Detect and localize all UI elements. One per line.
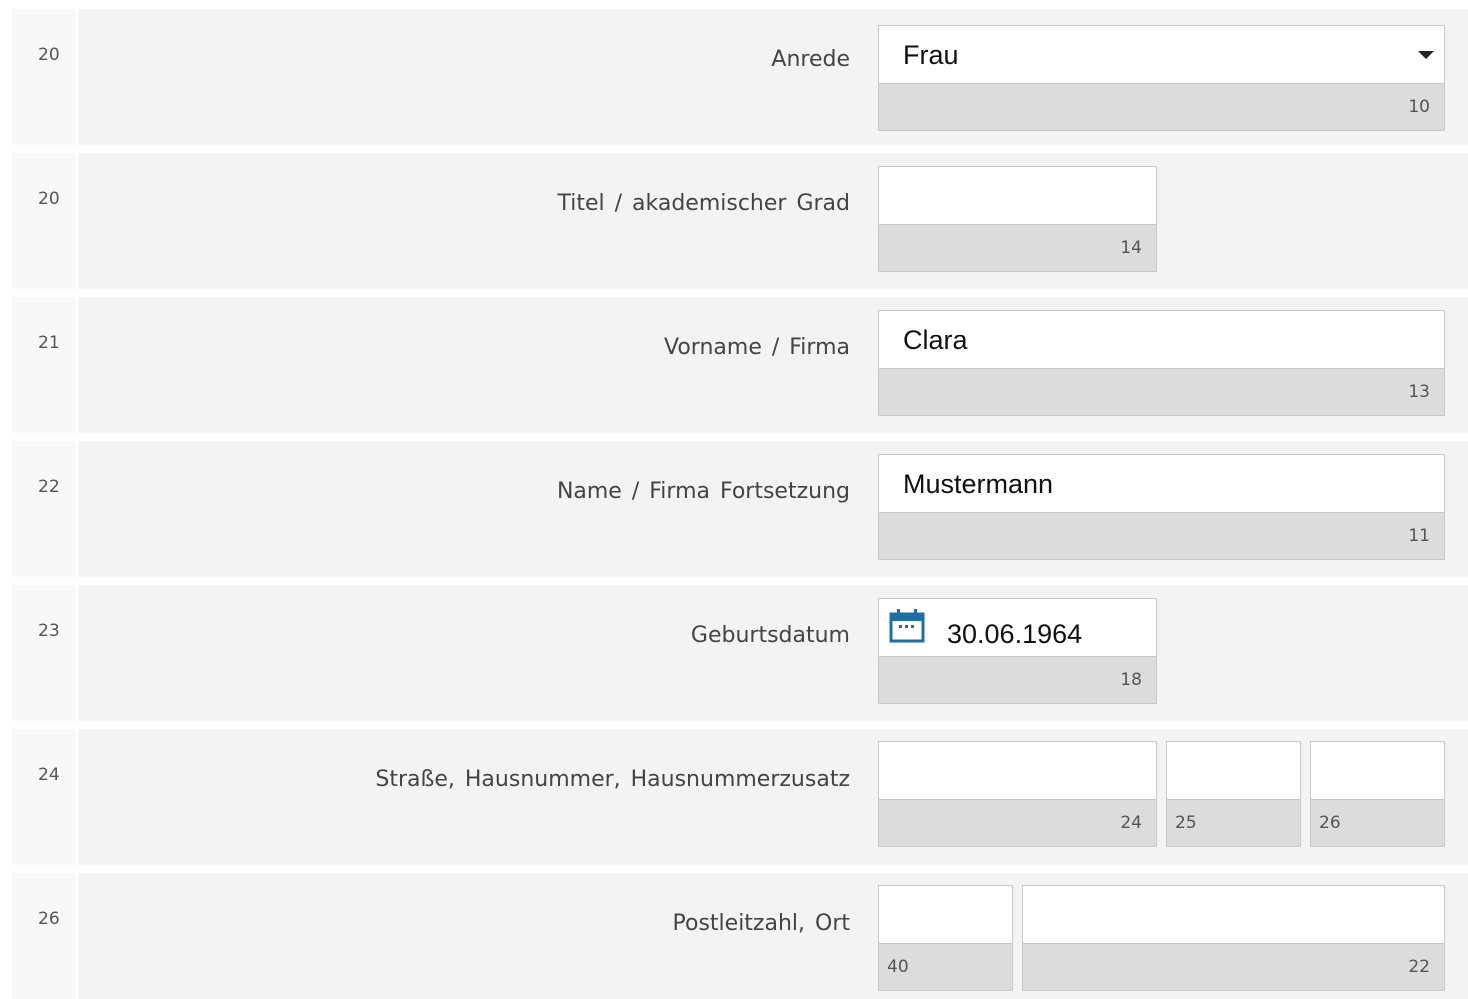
name-field[interactable]: Mustermann 11 [878, 454, 1445, 560]
line-number: 21 [38, 333, 60, 353]
line-number-column: 24 [12, 729, 78, 865]
strasse-input[interactable] [879, 742, 1156, 800]
plz-counter: 40 [879, 944, 1012, 990]
line-number-column: 23 [12, 585, 78, 721]
line-number: 23 [38, 621, 60, 641]
counter-value: 25 [1175, 813, 1197, 833]
form-row-anrede: 20 Anrede Frau 10 [12, 9, 1468, 145]
line-number-column: 26 [12, 873, 78, 999]
hausnummer-input[interactable] [1167, 742, 1300, 800]
counter-value: 26 [1319, 813, 1341, 833]
strasse-counter: 24 [879, 800, 1156, 846]
line-number-column: 21 [12, 297, 78, 433]
counter-value: 22 [1408, 957, 1430, 977]
hausnummerzusatz-input[interactable] [1311, 742, 1444, 800]
geburtsdatum-value: 30.06.1964 [947, 619, 1083, 649]
titel-field[interactable]: 14 [878, 166, 1157, 272]
titel-label: Titel / akademischer Grad [557, 191, 850, 216]
line-number: 24 [38, 765, 60, 785]
anrede-select[interactable]: Frau 10 [878, 25, 1445, 131]
name-label: Name / Firma Fortsetzung [556, 479, 850, 504]
line-number: 20 [38, 45, 60, 65]
geburtsdatum-label: Geburtsdatum [690, 623, 850, 648]
line-number: 22 [38, 477, 60, 497]
vorname-field[interactable]: Clara 13 [878, 310, 1445, 416]
vorname-label: Vorname / Firma [664, 335, 850, 360]
chevron-down-icon[interactable] [1418, 51, 1434, 59]
hausnummer-counter: 25 [1167, 800, 1300, 846]
form-row-geburtsdatum: 23 Geburtsdatum 30.06.1964 18 [12, 585, 1468, 721]
line-number: 20 [38, 189, 60, 209]
counter-value: 18 [1120, 670, 1142, 690]
plz-field[interactable]: 40 [878, 885, 1013, 991]
geburtsdatum-input[interactable]: 30.06.1964 [879, 599, 1156, 657]
name-value: Mustermann [903, 469, 1054, 499]
anrede-select-box[interactable]: Frau [879, 26, 1444, 84]
vorname-input[interactable]: Clara [879, 311, 1444, 369]
anrede-value: Frau [903, 40, 959, 70]
hausnummer-field[interactable]: 25 [1166, 741, 1301, 847]
hausnummerzusatz-counter: 26 [1311, 800, 1444, 846]
calendar-icon[interactable] [889, 609, 925, 643]
form-row-strasse: 24 Straße, Hausnummer, Hausnummerzusatz … [12, 729, 1468, 865]
geburtsdatum-counter: 18 [879, 657, 1156, 703]
form-row-titel: 20 Titel / akademischer Grad 14 [12, 153, 1468, 289]
geburtsdatum-field[interactable]: 30.06.1964 18 [878, 598, 1157, 704]
hausnummerzusatz-field[interactable]: 26 [1310, 741, 1445, 847]
counter-value: 24 [1120, 813, 1142, 833]
plz-ort-label: Postleitzahl, Ort [672, 911, 850, 936]
name-counter: 11 [879, 513, 1444, 559]
ort-counter: 22 [1023, 944, 1444, 990]
counter-value: 40 [887, 957, 909, 977]
form-row-vorname: 21 Vorname / Firma Clara 13 [12, 297, 1468, 433]
form-row-name: 22 Name / Firma Fortsetzung Mustermann 1… [12, 441, 1468, 577]
line-number-column: 20 [12, 9, 78, 145]
plz-input[interactable] [879, 886, 1012, 944]
titel-counter: 14 [879, 225, 1156, 271]
line-number: 26 [38, 909, 60, 929]
line-number-column: 22 [12, 441, 78, 577]
anrede-label: Anrede [771, 47, 850, 72]
vorname-counter: 13 [879, 369, 1444, 415]
ort-field[interactable]: 22 [1022, 885, 1445, 991]
counter-value: 13 [1408, 382, 1430, 402]
counter-value: 10 [1408, 97, 1430, 117]
line-number-column: 20 [12, 153, 78, 289]
vorname-value: Clara [903, 325, 968, 355]
ort-input[interactable] [1023, 886, 1444, 944]
form-row-plz-ort: 26 Postleitzahl, Ort 40 22 [12, 873, 1468, 999]
name-input[interactable]: Mustermann [879, 455, 1444, 513]
titel-input[interactable] [879, 167, 1156, 225]
counter-value: 14 [1120, 238, 1142, 258]
counter-value: 11 [1408, 526, 1430, 546]
strasse-label: Straße, Hausnummer, Hausnummerzusatz [375, 767, 850, 792]
strasse-field[interactable]: 24 [878, 741, 1157, 847]
anrede-counter: 10 [879, 84, 1444, 130]
